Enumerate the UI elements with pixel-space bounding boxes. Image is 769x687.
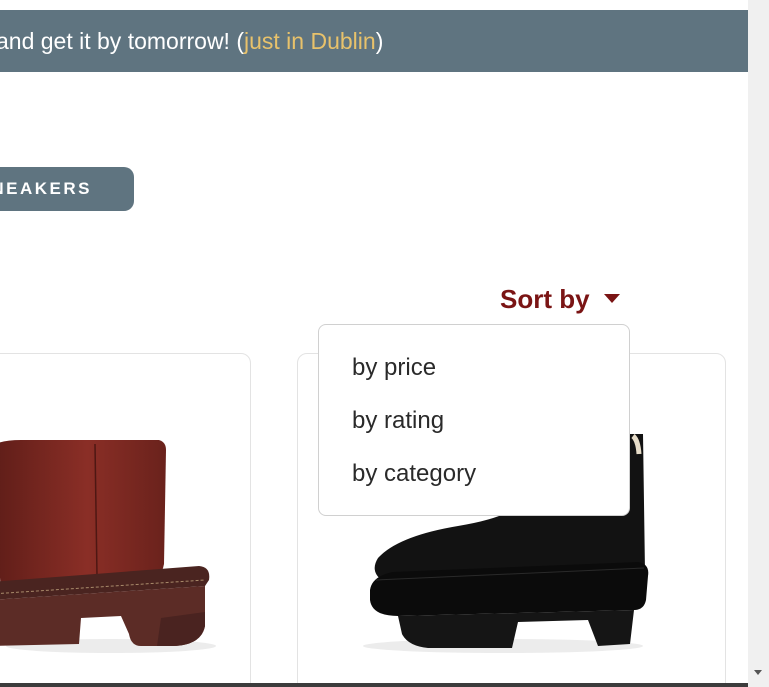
sort-dropdown-toggle[interactable]: Sort by [500,281,620,317]
caret-down-icon [603,294,620,303]
sort-dropdown-menu: by price by rating by category [318,324,630,516]
sort-option-category[interactable]: by category [319,451,629,504]
sort-label: Sort by [500,284,590,314]
product-image-burgundy-boot [0,440,216,653]
product-card[interactable] [0,353,251,687]
sort-option-rating[interactable]: by rating [319,398,629,451]
category-chip-sneakers[interactable]: NEAKERS [0,167,134,211]
vertical-scrollbar[interactable] [748,0,769,687]
promo-banner-text: and get it by tomorrow! (just in Dublin) [0,10,383,72]
scroll-down-arrow-icon[interactable] [754,670,762,675]
promo-text: and get it by tomorrow! ( [0,28,244,54]
promo-banner: and get it by tomorrow! (just in Dublin) [0,10,748,72]
sort-option-price[interactable]: by price [319,345,629,398]
promo-suffix: ) [375,28,384,54]
window-bottom-edge [0,683,748,687]
promo-location-highlight: just in Dublin [244,28,376,54]
page-viewport: and get it by tomorrow! (just in Dublin)… [0,0,748,687]
